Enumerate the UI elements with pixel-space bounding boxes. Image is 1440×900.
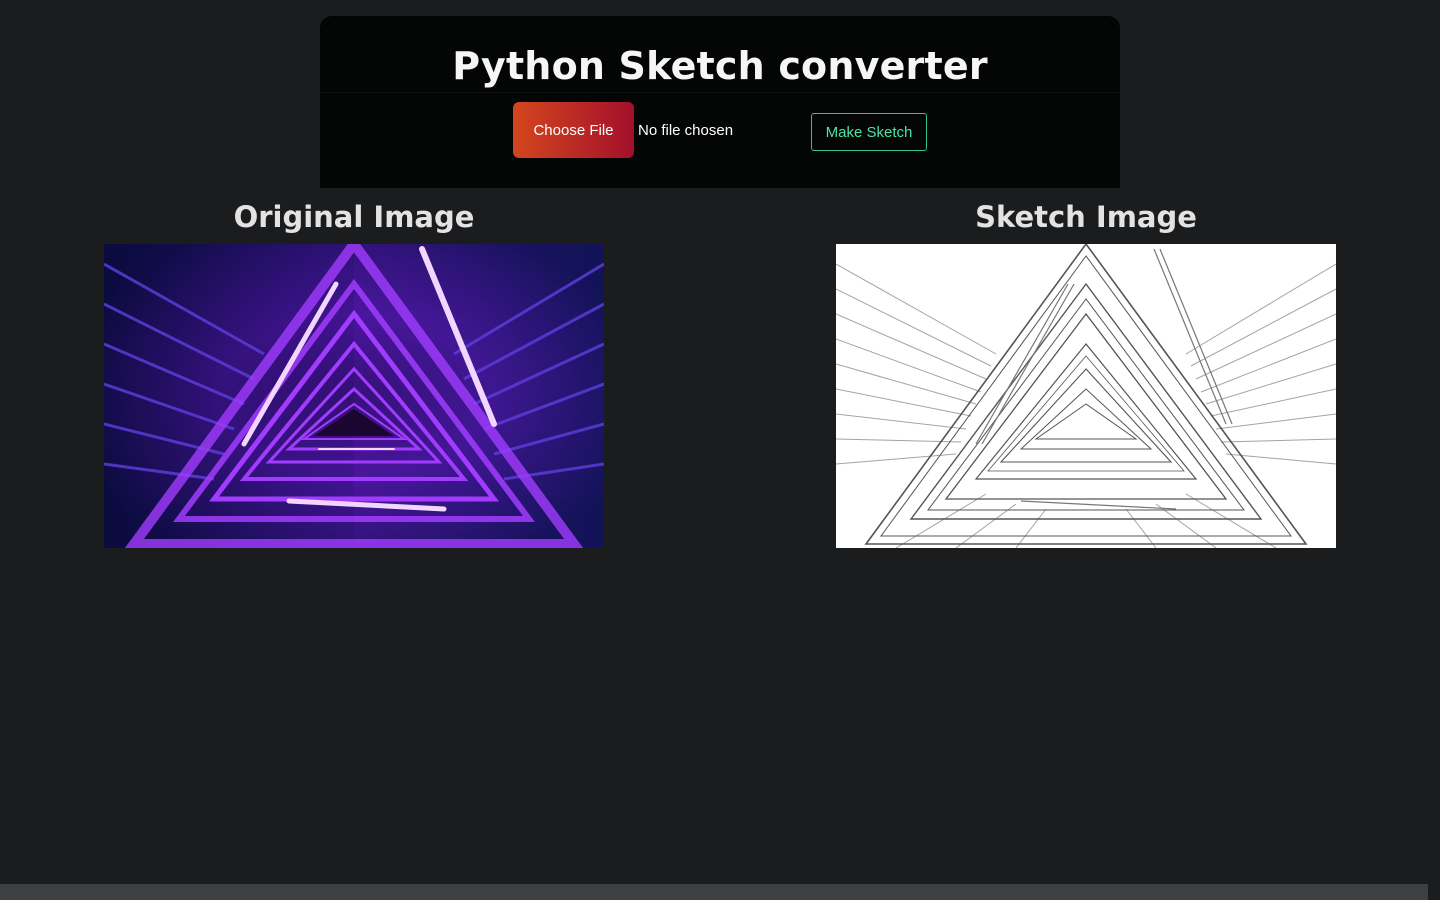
- choose-file-button[interactable]: Choose File: [513, 102, 634, 158]
- header-divider: [320, 92, 1120, 93]
- scrollbar-corner: [1428, 884, 1440, 900]
- pencil-sketch-stairwell-image: [836, 244, 1336, 548]
- page-title: Python Sketch converter: [452, 44, 988, 88]
- neon-triangle-stairwell-image: [104, 244, 604, 548]
- sketch-image-title: Sketch Image: [975, 200, 1197, 234]
- horizontal-scrollbar[interactable]: [0, 884, 1428, 900]
- original-image-title: Original Image: [233, 200, 475, 234]
- file-status-text: No file chosen: [638, 122, 734, 139]
- make-sketch-button[interactable]: Make Sketch: [811, 113, 927, 151]
- original-image: [104, 244, 604, 548]
- header-card: Python Sketch converter Choose File No f…: [320, 16, 1120, 188]
- sketch-image: [836, 244, 1336, 548]
